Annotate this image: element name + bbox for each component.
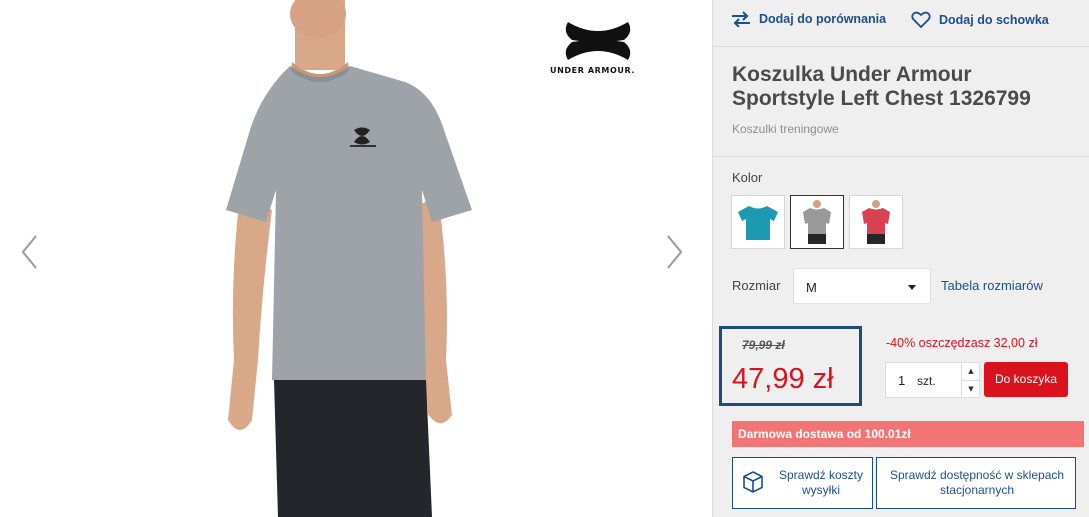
heart-icon [911, 11, 931, 29]
quantity-decrease-button[interactable]: ▼ [961, 380, 980, 397]
chevron-left-icon[interactable] [18, 232, 42, 272]
new-price: 47,99 zł [732, 363, 834, 395]
price-box: 79,99 zł 47,99 zł [719, 326, 862, 406]
quantity-stepper[interactable]: 1 szt. ▲ ▼ [885, 362, 980, 398]
check-store-label: Sprawdź dostępność w sklepach stacjonarn… [889, 468, 1065, 497]
color-label: Kolor [732, 170, 763, 185]
product-panel: Dodaj do porównania Dodaj do schowka Kos… [712, 0, 1089, 517]
color-swatch-teal[interactable] [731, 195, 785, 249]
size-select[interactable]: M [793, 268, 931, 304]
size-table-link[interactable]: Tabela rozmiarów [941, 278, 1043, 293]
shirt-teal-thumbnail [738, 206, 778, 240]
compare-label: Dodaj do porównania [759, 12, 887, 26]
brand-text: UNDER ARMOUR. [550, 66, 635, 75]
check-store-availability-button[interactable]: Sprawdź dostępność w sklepach stacjonarn… [876, 457, 1076, 509]
add-to-cart-button[interactable]: Do koszyka [984, 362, 1068, 397]
shirt-red-thumbnail [862, 200, 890, 244]
chevron-right-icon[interactable] [662, 232, 686, 272]
quantity-value[interactable]: 1 [898, 373, 905, 388]
size-value: M [806, 280, 817, 295]
quantity-unit: szt. [917, 374, 936, 388]
shirt-grey-thumbnail [803, 200, 831, 244]
old-price: 79,99 zł [742, 338, 785, 352]
wishlist-label: Dodaj do schowka [939, 13, 1049, 27]
compare-button[interactable]: Dodaj do porównania [731, 11, 886, 27]
product-photo [226, 0, 472, 517]
size-label: Rozmiar [732, 278, 781, 293]
color-swatch-red[interactable] [849, 195, 903, 249]
free-shipping-banner: Darmowa dostawa od 100.01zł [732, 421, 1084, 447]
brand-logo: UNDER ARMOUR. [548, 18, 648, 80]
under-armour-logo-icon [565, 22, 631, 60]
caret-down-icon [908, 285, 916, 290]
title-block: Koszulka Under Armour Sportstyle Left Ch… [713, 47, 1089, 157]
compare-arrows-icon [732, 11, 750, 27]
product-title: Koszulka Under Armour Sportstyle Left Ch… [732, 63, 1031, 110]
discount-info: -40% oszczędzasz 32,00 zł [886, 336, 1038, 350]
quantity-increase-button[interactable]: ▲ [961, 363, 980, 380]
color-swatch-grey[interactable] [790, 195, 844, 249]
wishlist-button[interactable]: Dodaj do schowka [911, 11, 1049, 29]
check-shipping-button[interactable]: Sprawdź koszty wysyłki [732, 457, 873, 509]
box-icon [743, 471, 763, 493]
product-actions: Dodaj do porównania Dodaj do schowka [713, 0, 1089, 47]
product-category[interactable]: Koszulki treningowe [732, 122, 839, 136]
product-gallery: UNDER ARMOUR. [0, 0, 712, 517]
check-shipping-label: Sprawdź koszty wysyłki [778, 468, 864, 497]
